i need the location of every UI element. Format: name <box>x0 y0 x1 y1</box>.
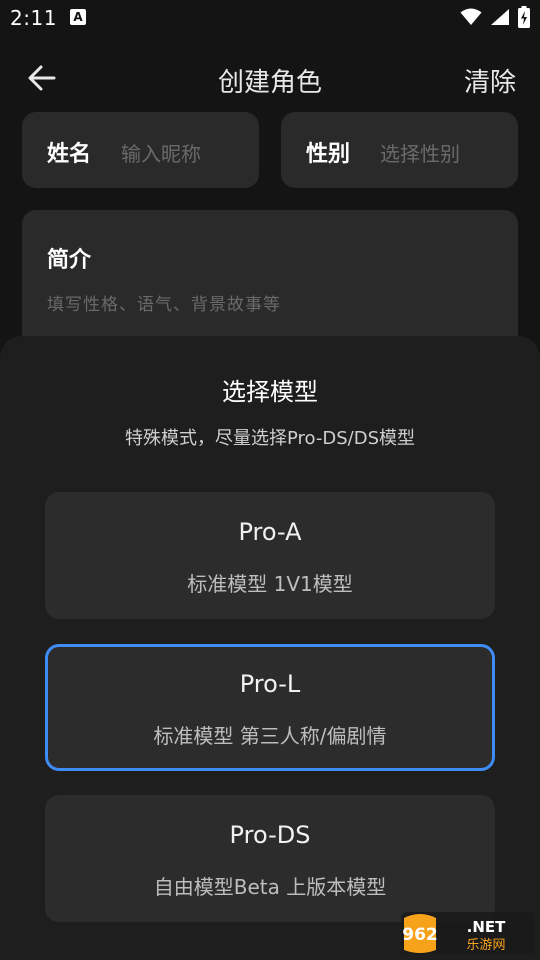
wifi-icon <box>460 8 482 30</box>
status-bar: 2:11 A <box>0 0 540 36</box>
gender-select[interactable]: 选择性别 <box>380 138 460 167</box>
status-time: 2:11 <box>10 6 57 30</box>
svg-text:乐游网: 乐游网 <box>466 938 505 953</box>
model-name: Pro-DS <box>229 821 311 849</box>
intro-textarea[interactable]: 填写性格、语气、背景故事等 <box>47 290 281 315</box>
battery-icon <box>518 6 530 32</box>
page-title: 创建角色 <box>217 68 322 98</box>
intro-label: 简介 <box>47 248 92 273</box>
svg-text:.NET: .NET <box>467 918 506 936</box>
model-description: 自由模型Beta 上版本模型 <box>153 875 387 899</box>
sheet-subtitle: 特殊模式，尽量选择Pro-DS/DS模型 <box>124 428 416 449</box>
notification-a-icon: A <box>70 9 86 25</box>
name-field[interactable]: 姓名 输入昵称 <box>22 112 259 188</box>
model-option-pro-l[interactable]: Pro-L 标准模型 第三人称/偏剧情 <box>45 644 495 771</box>
screen: 2:11 A 创建角色 清除 姓名 输入昵称 性别 选择性别 简介 填写性格、语… <box>0 0 540 960</box>
svg-text:962: 962 <box>402 925 438 945</box>
name-label: 姓名 <box>47 142 92 167</box>
model-option-pro-a[interactable]: Pro-A 标准模型 1V1模型 <box>45 492 495 619</box>
cellular-signal-icon <box>490 8 510 30</box>
model-select-sheet: 选择模型 特殊模式，尽量选择Pro-DS/DS模型 Pro-A 标准模型 1V1… <box>0 336 540 960</box>
status-icons <box>460 6 530 32</box>
clear-button[interactable]: 清除 <box>464 62 516 99</box>
name-input[interactable]: 输入昵称 <box>121 138 201 167</box>
model-name: Pro-L <box>239 670 301 698</box>
gender-field[interactable]: 性别 选择性别 <box>281 112 518 188</box>
model-description: 标准模型 第三人称/偏剧情 <box>153 724 387 748</box>
model-name: Pro-A <box>238 518 302 546</box>
app-header: 创建角色 清除 <box>0 44 540 114</box>
watermark-logo: 962 .NET 乐游网 <box>400 910 536 956</box>
model-description: 标准模型 1V1模型 <box>187 572 353 596</box>
model-option-pro-ds[interactable]: Pro-DS 自由模型Beta 上版本模型 <box>45 795 495 922</box>
sheet-title: 选择模型 <box>222 378 318 406</box>
gender-label: 性别 <box>306 142 351 167</box>
